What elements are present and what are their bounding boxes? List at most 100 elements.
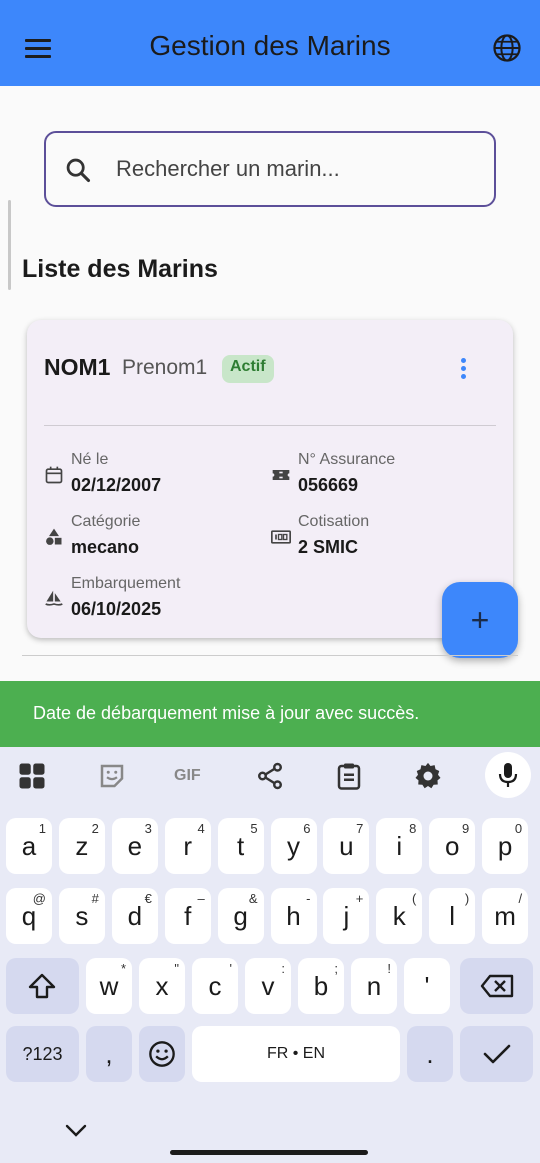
- symbols-key[interactable]: ?123: [6, 1026, 79, 1082]
- calendar-icon: [45, 466, 63, 484]
- list-divider: [22, 655, 518, 656]
- sticker-icon[interactable]: [97, 761, 127, 791]
- key-v[interactable]: v:: [245, 958, 291, 1014]
- key-apostrophe[interactable]: ': [404, 958, 450, 1014]
- field-value: 056669: [298, 475, 359, 495]
- key-n[interactable]: n!: [351, 958, 397, 1014]
- snackbar: Date de débarquement mise à jour avec su…: [0, 681, 540, 747]
- share-icon[interactable]: [255, 761, 285, 791]
- field-label: Cotisation: [298, 513, 370, 530]
- key-f[interactable]: f –: [164, 888, 211, 944]
- key-t[interactable]: t5: [217, 818, 264, 874]
- settings-gear-icon[interactable]: [413, 761, 443, 791]
- key-label: v: [261, 971, 275, 1001]
- keyboard-collapse-chevron-icon[interactable]: [64, 1123, 88, 1139]
- key-label: c: [208, 971, 222, 1001]
- key-label: z: [75, 831, 89, 861]
- comma-key[interactable]: ,: [86, 1026, 132, 1082]
- language-globe-icon[interactable]: [492, 33, 522, 63]
- key-label: u: [339, 831, 354, 861]
- key-i[interactable]: i8: [376, 818, 423, 874]
- key-secondary-label: /: [518, 891, 523, 906]
- key-r[interactable]: r4: [164, 818, 211, 874]
- home-indicator[interactable]: [170, 1150, 368, 1155]
- key-label: n: [366, 971, 382, 1001]
- key-label: e: [127, 831, 143, 861]
- key-secondary-label: 8: [409, 821, 417, 836]
- key-secondary-label: *: [120, 961, 126, 976]
- key-e[interactable]: e3: [111, 818, 158, 874]
- apps-grid-icon[interactable]: [17, 761, 47, 791]
- field-label: Né le: [71, 451, 109, 468]
- key-secondary-label: +: [355, 891, 364, 906]
- key-label: l: [449, 901, 456, 931]
- key-label: m: [494, 901, 516, 931]
- key-w[interactable]: w *: [86, 958, 132, 1014]
- field-label: Catégorie: [71, 513, 141, 530]
- key-label: f: [184, 901, 192, 931]
- key-secondary-label: –: [197, 891, 205, 906]
- space-key[interactable]: FR • EN: [192, 1026, 400, 1082]
- key-x[interactable]: x ": [139, 958, 185, 1014]
- key-g[interactable]: g &: [217, 888, 264, 944]
- microphone-button[interactable]: [485, 752, 531, 798]
- key-secondary-label: &: [248, 891, 258, 906]
- key-secondary-label: 7: [356, 821, 364, 836]
- key-secondary-label: ): [464, 891, 470, 906]
- add-marin-button[interactable]: +: [442, 582, 518, 658]
- key-label: ': [424, 971, 430, 1001]
- key-secondary-label: 2: [91, 821, 99, 836]
- app-bar: Gestion des Marins: [0, 0, 540, 86]
- ticket-icon: [272, 470, 290, 480]
- key-z[interactable]: z2: [58, 818, 105, 874]
- key-k[interactable]: k(: [376, 888, 423, 944]
- key-m[interactable]: m /: [482, 888, 529, 944]
- plus-icon: +: [470, 602, 490, 638]
- key-label: x: [155, 971, 169, 1001]
- enter-key[interactable]: [460, 1026, 533, 1082]
- key-h[interactable]: h-: [270, 888, 317, 944]
- key-label: i: [396, 831, 403, 861]
- period-key[interactable]: .: [407, 1026, 453, 1082]
- key-d[interactable]: d €: [111, 888, 158, 944]
- scrollbar[interactable]: [8, 200, 11, 290]
- key-c[interactable]: c ': [192, 958, 238, 1014]
- checkmark-icon: [483, 1044, 511, 1064]
- key-secondary-label: 4: [197, 821, 205, 836]
- soft-keyboard: GIF a1z2e3r4t5y6u7i8o9p0 q @ s # d € f – g: [0, 747, 540, 1163]
- key-label: d: [127, 901, 143, 931]
- clipboard-icon[interactable]: [334, 761, 364, 791]
- search-input[interactable]: [116, 151, 476, 187]
- shift-key[interactable]: [6, 958, 79, 1014]
- sailboat-icon: [45, 590, 63, 606]
- key-p[interactable]: p0: [482, 818, 529, 874]
- backspace-icon: [480, 974, 514, 998]
- marin-card[interactable]: NOM1 Prenom1 Actif Né le 02/12/2007 N° A…: [27, 320, 513, 638]
- gif-icon[interactable]: GIF: [174, 761, 210, 791]
- emoji-key[interactable]: [139, 1026, 185, 1082]
- key-y[interactable]: y6: [270, 818, 317, 874]
- key-u[interactable]: u7: [323, 818, 370, 874]
- key-secondary-label: (: [411, 891, 417, 906]
- snackbar-message: Date de débarquement mise à jour avec su…: [33, 703, 420, 723]
- card-divider: [44, 425, 496, 426]
- key-secondary-label: €: [144, 891, 152, 906]
- key-o[interactable]: o9: [429, 818, 476, 874]
- key-label: t: [236, 831, 245, 861]
- marin-prenom: Prenom1: [122, 356, 208, 379]
- key-a[interactable]: a1: [6, 818, 52, 874]
- key-label: h: [286, 901, 301, 931]
- key-secondary-label: 9: [461, 821, 470, 836]
- key-s[interactable]: s #: [58, 888, 105, 944]
- key-l[interactable]: l): [429, 888, 476, 944]
- emoji-icon: [149, 1041, 175, 1067]
- backspace-key[interactable]: [460, 958, 533, 1014]
- key-secondary-label: -: [306, 891, 311, 906]
- search-field[interactable]: [44, 131, 496, 207]
- key-j[interactable]: j +: [323, 888, 370, 944]
- key-label: s: [75, 901, 89, 931]
- more-options-icon[interactable]: [453, 356, 473, 384]
- field-value: 2 SMIC: [298, 537, 359, 557]
- key-b[interactable]: b;: [298, 958, 344, 1014]
- key-q[interactable]: q @: [6, 888, 52, 944]
